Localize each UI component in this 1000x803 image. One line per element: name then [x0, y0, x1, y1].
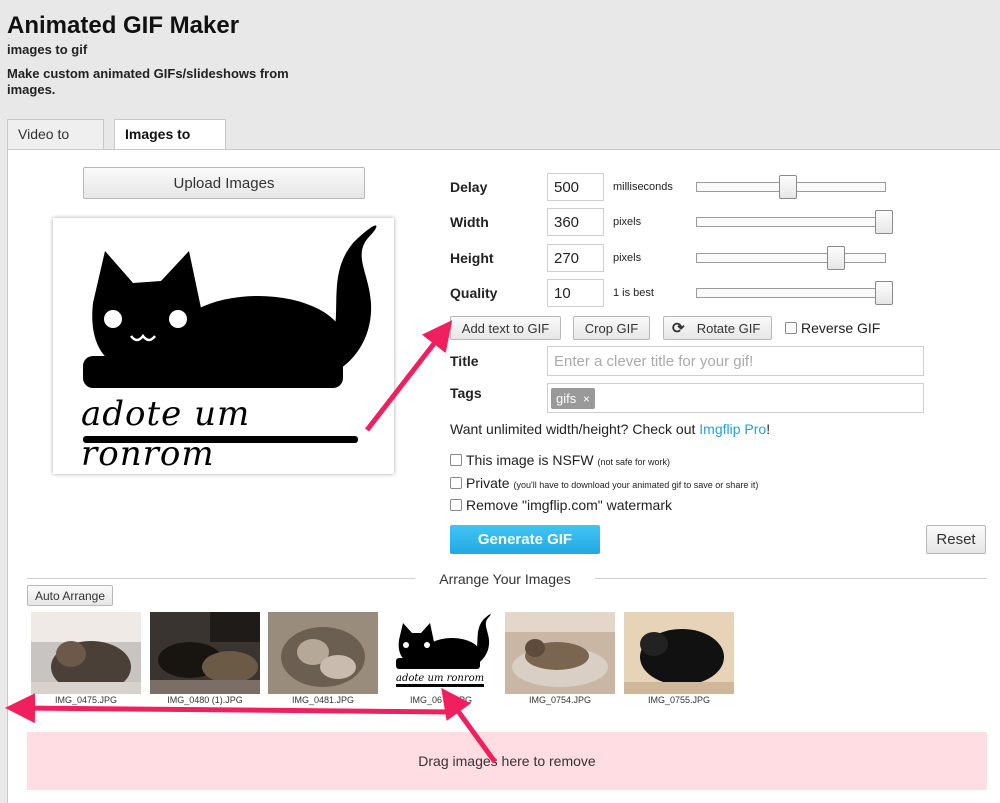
- thumbnail-image[interactable]: [150, 612, 260, 694]
- cat-logo-icon: adote um ronrom: [396, 614, 491, 687]
- rotate-gif-button[interactable]: ⟳ Rotate GIF: [663, 316, 772, 340]
- width-unit: pixels: [613, 216, 642, 228]
- delay-input[interactable]: [547, 173, 604, 201]
- rotate-icon: ⟳: [672, 320, 685, 337]
- thumbnail-filename: IMG_0481.JPG: [291, 695, 355, 705]
- private-note: (you'll have to download your animated g…: [513, 480, 759, 490]
- gif-preview: adote um ronrom: [53, 218, 394, 474]
- thumbnail-image[interactable]: [505, 612, 615, 694]
- delay-slider-thumb[interactable]: [779, 175, 797, 199]
- page-description: Make custom animated GIFs/slideshows fro…: [7, 66, 289, 97]
- cat-photo: [505, 612, 615, 694]
- remove-drop-zone[interactable]: Drag images here to remove: [27, 732, 987, 790]
- tag-chip-label: gifs: [556, 391, 577, 406]
- quality-input[interactable]: [547, 279, 604, 307]
- title-input[interactable]: [547, 346, 924, 376]
- divider-left: [27, 578, 415, 579]
- tags-input[interactable]: gifs ×: [547, 383, 924, 413]
- quality-label: Quality: [450, 285, 498, 301]
- height-slider[interactable]: [696, 253, 886, 263]
- private-label: Private (you'll have to download your an…: [466, 475, 758, 491]
- thumbnail-filename: IMG_0755.JPG: [647, 695, 711, 705]
- rotate-gif-label: Rotate GIF: [696, 320, 761, 336]
- thumbnail-image[interactable]: [624, 612, 734, 694]
- title-label: Title: [450, 353, 479, 369]
- quality-slider-thumb[interactable]: [875, 281, 893, 305]
- thumbnail-image[interactable]: [268, 612, 378, 694]
- tags-label: Tags: [450, 385, 482, 401]
- auto-arrange-button[interactable]: Auto Arrange: [27, 585, 113, 606]
- imgflip-pro-link[interactable]: Imgflip Pro: [699, 421, 766, 437]
- tag-remove-icon[interactable]: ×: [583, 392, 590, 406]
- width-label: Width: [450, 214, 489, 230]
- tag-chip: gifs ×: [551, 388, 595, 409]
- tab-video-to-gif[interactable]: Video to GIF: [7, 119, 104, 170]
- cat-photo: [624, 612, 734, 694]
- add-text-button[interactable]: Add text to GIF: [450, 316, 561, 340]
- reverse-gif-checkbox[interactable]: [785, 322, 797, 334]
- svg-text:adote um ronrom: adote um ronrom: [396, 673, 484, 684]
- watermark-label: Remove "imgflip.com" watermark: [466, 497, 672, 513]
- delay-unit: milliseconds: [613, 181, 673, 193]
- divider-right: [595, 578, 987, 579]
- thumbnail-filename: IMG_0754.JPG: [528, 695, 592, 705]
- width-slider[interactable]: [696, 217, 886, 227]
- cat-photo: [268, 612, 378, 694]
- page-subtitle: images to gif: [7, 42, 88, 57]
- upload-images-button[interactable]: Upload Images: [83, 167, 365, 199]
- thumbnail-filename: IMG_0675.JPG: [409, 695, 473, 705]
- thumbnail-filename: IMG_0480 (1).JPG: [167, 695, 243, 705]
- width-slider-thumb[interactable]: [875, 210, 893, 234]
- reset-button[interactable]: Reset: [926, 525, 986, 554]
- height-unit: pixels: [613, 252, 642, 264]
- nsfw-label-text: This image is NSFW: [466, 452, 594, 468]
- generate-gif-button[interactable]: Generate GIF: [450, 525, 600, 554]
- private-checkbox[interactable]: [450, 477, 462, 489]
- preview-caption: adote um ronrom: [81, 394, 251, 474]
- height-label: Height: [450, 250, 494, 266]
- cat-photo: [31, 612, 141, 694]
- nsfw-label: This image is NSFW (not safe for work): [466, 452, 670, 468]
- height-input[interactable]: [547, 244, 604, 272]
- pro-promo-suffix: !: [766, 421, 771, 437]
- width-input[interactable]: [547, 208, 604, 236]
- height-slider-thumb[interactable]: [827, 246, 845, 270]
- delay-label: Delay: [450, 179, 488, 195]
- nsfw-checkbox[interactable]: [450, 454, 462, 466]
- pro-promo: Want unlimited width/height? Check out I…: [450, 421, 770, 437]
- page-title: Animated GIF Maker: [7, 12, 240, 39]
- quality-slider[interactable]: [696, 288, 886, 298]
- thumbnail-filename: IMG_0475.JPG: [54, 695, 118, 705]
- thumbnail-image[interactable]: [31, 612, 141, 694]
- pro-promo-text: Want unlimited width/height? Check out: [450, 421, 700, 437]
- quality-unit: 1 is best: [613, 287, 654, 299]
- reverse-gif-label: Reverse GIF: [801, 320, 881, 336]
- crop-gif-button[interactable]: Crop GIF: [573, 316, 650, 340]
- tab-images-to-gif[interactable]: Images to GIF: [114, 119, 226, 170]
- arrange-heading: Arrange Your Images: [439, 571, 571, 587]
- watermark-checkbox[interactable]: [450, 499, 462, 511]
- private-label-text: Private: [466, 475, 510, 491]
- cat-photo: [150, 612, 260, 694]
- thumbnail-image[interactable]: adote um ronrom: [386, 612, 496, 694]
- nsfw-note: (not safe for work): [597, 457, 670, 467]
